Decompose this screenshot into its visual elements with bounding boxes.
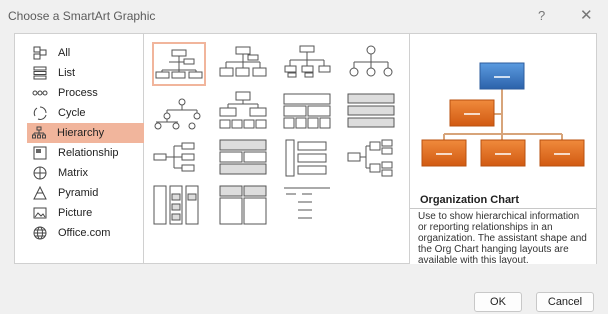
category-label: Office.com: [58, 227, 111, 239]
category-label: List: [58, 67, 76, 79]
layout-name-title-org-chart[interactable]: [218, 42, 272, 86]
category-label: All: [58, 47, 71, 59]
preview-sub-box: [480, 139, 526, 167]
preview-pane: Organization Chart Use to show hierarchi…: [409, 33, 597, 264]
cycle-icon: [32, 105, 48, 121]
ok-button[interactable]: OK: [474, 292, 522, 312]
layout-hierarchy[interactable]: [152, 94, 206, 138]
layout-labeled-hierarchy[interactable]: [218, 90, 272, 134]
layout-table-hierarchy[interactable]: [282, 90, 336, 134]
layout-lined-list-hierarchy[interactable]: [152, 184, 206, 228]
relationship-icon: [32, 145, 48, 161]
category-list: All List Process Cycle Hierarchy Relatio…: [14, 33, 149, 264]
category-picture[interactable]: Picture: [28, 203, 138, 223]
preview-graphic: [421, 62, 585, 167]
category-office-com[interactable]: Office.com: [28, 223, 138, 243]
layout-hierarchy-list[interactable]: [218, 138, 272, 182]
category-hierarchy[interactable]: Hierarchy: [27, 123, 149, 143]
globe-icon: [32, 225, 48, 241]
category-process[interactable]: Process: [28, 83, 138, 103]
matrix-icon: [32, 165, 48, 181]
help-button[interactable]: ?: [538, 8, 545, 23]
category-list-item[interactable]: List: [28, 63, 138, 83]
layout-horizontal-org-chart[interactable]: [152, 138, 206, 182]
layout-horizontal-hierarchy[interactable]: [346, 138, 400, 182]
layout-circle-picture-hierarchy[interactable]: [346, 42, 400, 86]
dialog-title: Choose a SmartArt Graphic: [8, 9, 156, 23]
category-matrix[interactable]: Matrix: [28, 163, 138, 183]
preview-sub-box: [421, 139, 467, 167]
title-bar: Choose a SmartArt Graphic ? ✕: [0, 0, 608, 34]
category-label: Picture: [58, 207, 93, 219]
category-cycle[interactable]: Cycle: [28, 103, 138, 123]
layout-text-hierarchy[interactable]: [282, 184, 336, 228]
preview-title: Organization Chart: [420, 194, 520, 206]
category-relationship[interactable]: Relationship: [28, 143, 138, 163]
layout-half-circle-org-chart[interactable]: [282, 42, 336, 86]
category-label: Pyramid: [58, 187, 99, 199]
cancel-button[interactable]: Cancel: [536, 292, 594, 312]
all-icon: [32, 45, 48, 61]
category-label: Hierarchy: [57, 127, 105, 139]
category-label: Cycle: [58, 107, 86, 119]
category-label: Relationship: [58, 147, 119, 159]
layout-organization-chart[interactable]: [152, 42, 206, 86]
preview-assistant-box: [449, 99, 495, 127]
close-button[interactable]: ✕: [580, 6, 593, 24]
picture-icon: [32, 205, 48, 221]
category-label: Process: [58, 87, 98, 99]
smartart-dialog: Choose a SmartArt Graphic ? ✕ All List P…: [0, 0, 608, 314]
layout-vertical-bracket-list[interactable]: [282, 138, 336, 182]
pyramid-icon: [32, 185, 48, 201]
list-icon: [32, 65, 48, 81]
process-icon: [32, 85, 48, 101]
preview-description: Use to show hierarchical information or …: [410, 208, 596, 264]
layout-horizontal-multi-level[interactable]: [346, 90, 400, 134]
category-label: Matrix: [58, 167, 88, 179]
preview-sub-box: [539, 139, 585, 167]
preview-top-box: [479, 62, 525, 90]
category-all[interactable]: All: [28, 43, 138, 63]
layout-gallery: [144, 33, 409, 264]
layout-architecture-layout[interactable]: [218, 184, 272, 228]
category-pyramid[interactable]: Pyramid: [28, 183, 138, 203]
hierarchy-icon: [31, 125, 47, 141]
